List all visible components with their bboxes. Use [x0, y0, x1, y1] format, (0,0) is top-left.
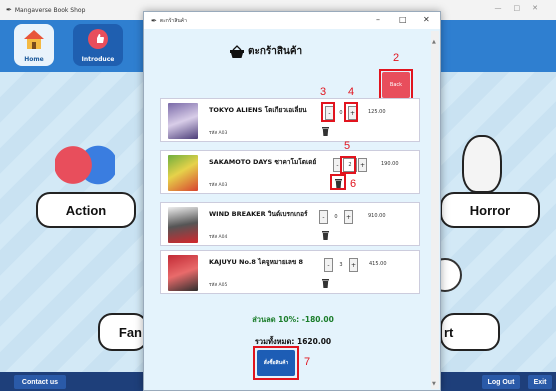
quantity-increase-button[interactable]: + — [349, 258, 358, 272]
shopping-basket-icon — [230, 45, 244, 58]
cart-dialog: ✒ ตะกร้าสินค้า – □ ✕ ▲ ▼ ตะกร้าสินค้า Ba… — [143, 11, 441, 391]
book-cover-image — [168, 103, 198, 139]
close-button[interactable]: ✕ — [423, 15, 430, 24]
quantity-increase-button[interactable]: + — [344, 210, 353, 224]
annotation-label-5: 5 — [344, 140, 351, 152]
boxing-gloves-icon — [55, 145, 115, 185]
annotation-box-increase — [344, 102, 358, 122]
annotation-label-2: 2 — [393, 52, 400, 64]
cart-item: KAJUYU No.8 ไคจูหมายเลข 8 รหัส A05 - 3 +… — [160, 250, 420, 294]
feather-icon: ✒ — [6, 6, 12, 14]
cart-heading-text: ตะกร้าสินค้า — [248, 46, 303, 57]
scroll-up-icon[interactable]: ▲ — [432, 39, 436, 45]
item-price: 910.00 — [368, 213, 386, 219]
main-window-title: Mangaverse Book Shop — [14, 6, 86, 14]
item-title: KAJUYU No.8 ไคจูหมายเลข 8 — [209, 258, 304, 266]
home-icon — [24, 30, 44, 49]
dialog-titlebar: ✒ ตะกร้าสินค้า – □ ✕ — [144, 12, 440, 29]
trash-icon[interactable] — [322, 127, 329, 136]
minimize-button[interactable]: – — [376, 15, 380, 24]
annotation-box-checkout — [253, 346, 299, 380]
item-price: 125.00 — [368, 109, 386, 115]
nav-home-label: Home — [24, 56, 44, 63]
cart-item: WIND BREAKER วินด์เบรกเกอร์ รหัส A04 - 0… — [160, 202, 420, 246]
nav-introduce-label: Introduce — [81, 56, 115, 63]
book-cover-image — [168, 255, 198, 291]
nav-introduce-button[interactable]: Introduce — [73, 24, 123, 66]
logout-button[interactable]: Log Out — [482, 375, 520, 389]
annotation-box-quantity — [340, 156, 356, 174]
cart-heading: ตะกร้าสินค้า — [229, 44, 302, 59]
item-title: SAKAMOTO DAYS ซาคาโมโตเดย์ — [209, 158, 317, 166]
annotation-label-3: 3 — [320, 86, 327, 98]
exit-button[interactable]: Exit — [528, 375, 552, 389]
trash-icon[interactable] — [322, 231, 329, 240]
book-cover-image — [168, 207, 198, 243]
cart-item: SAKAMOTO DAYS ซาคาโมโตเดย์ รหัส A03 - 2 … — [160, 150, 420, 194]
category-action-button[interactable]: Action — [36, 192, 136, 228]
item-title: WIND BREAKER วินด์เบรกเกอร์ — [209, 210, 308, 218]
item-price: 190.00 — [381, 161, 399, 167]
window-controls[interactable]: —□✕ — [495, 4, 550, 12]
scroll-down-icon[interactable]: ▼ — [432, 381, 436, 387]
book-cover-image — [168, 155, 198, 191]
maximize-button[interactable]: □ — [399, 15, 407, 24]
annotation-box-back — [379, 69, 413, 101]
annotation-label-6: 6 — [350, 178, 357, 190]
item-code: รหัส A03 — [209, 131, 228, 136]
quantity-decrease-button[interactable]: - — [319, 210, 328, 224]
contact-us-button[interactable]: Contact us — [14, 375, 66, 389]
nav-home-button[interactable]: Home — [14, 24, 54, 66]
annotation-label-4: 4 — [348, 86, 355, 98]
annotation-label-7: 7 — [304, 356, 311, 368]
quantity-decrease-button[interactable]: - — [324, 258, 333, 272]
quantity-value[interactable]: 0 — [329, 210, 343, 224]
item-title: TOKYO ALIENS โตเกียวเอเลี่ยน — [209, 106, 307, 114]
category-fantasy-button[interactable]: Fan — [98, 313, 148, 351]
quantity-increase-button[interactable]: + — [358, 158, 367, 172]
item-code: รหัส A03 — [209, 183, 228, 188]
ghost-mask-icon — [462, 135, 502, 193]
trash-icon[interactable] — [322, 279, 329, 288]
item-code: รหัส A04 — [209, 235, 228, 240]
category-horror-button[interactable]: Horror — [440, 192, 540, 228]
cart-item: TOKYO ALIENS โตเกียวเอเลี่ยน รหัส A03 - … — [160, 98, 420, 142]
quantity-value[interactable]: 3 — [334, 258, 348, 272]
annotation-box-delete — [330, 174, 346, 190]
annotation-box-decrease — [321, 102, 335, 122]
discount-text: ส่วนลด 10%: -180.00 — [252, 315, 334, 324]
dialog-title: ตะกร้าสินค้า — [159, 17, 187, 24]
item-price: 415.00 — [369, 261, 387, 267]
item-code: รหัส A05 — [209, 283, 228, 288]
category-sport-button[interactable]: rt — [440, 313, 500, 351]
thumbs-up-icon — [88, 29, 108, 49]
feather-icon: ✒ — [151, 16, 157, 25]
